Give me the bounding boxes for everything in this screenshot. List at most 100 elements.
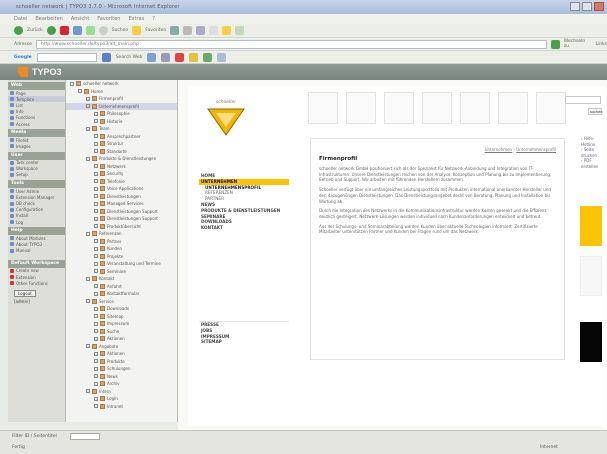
tree-node-label[interactable]: Dienstleistungen Support	[107, 216, 158, 221]
tree-node-label[interactable]: Login	[107, 396, 118, 401]
tree-node[interactable]: - Intranet	[66, 403, 177, 411]
options-icon[interactable]	[217, 52, 227, 62]
expand-icon[interactable]: -	[86, 344, 90, 349]
expand-icon[interactable]: -	[94, 284, 98, 289]
highlight-icon[interactable]	[175, 52, 185, 62]
tree-node[interactable]: - Produktübersicht	[66, 223, 177, 231]
expand-icon[interactable]: -	[94, 404, 98, 409]
black-teaser[interactable]	[580, 322, 602, 362]
tree-node[interactable]: - Downloads	[66, 305, 177, 313]
tree-filter-input[interactable]	[70, 433, 100, 440]
menu-item[interactable]: ?	[152, 16, 155, 22]
page-icon[interactable]	[100, 178, 105, 184]
tree-node-label[interactable]: Produktübersicht	[107, 224, 141, 229]
up-icon[interactable]	[161, 52, 171, 62]
tree-node[interactable]: - Standorte	[66, 148, 177, 156]
tree-node-label[interactable]: Intern	[99, 389, 111, 394]
page-icon[interactable]	[92, 156, 97, 162]
expand-icon[interactable]: -	[94, 224, 98, 229]
address-input[interactable]: http://www.schoeller.de/typo3/alt_main.p…	[35, 39, 547, 49]
stop-icon[interactable]	[59, 26, 69, 35]
expand-icon[interactable]: -	[94, 216, 98, 221]
expand-icon[interactable]: -	[94, 329, 98, 334]
workspace-item[interactable]: Other Functions	[8, 280, 65, 286]
expand-icon[interactable]: -	[94, 209, 98, 214]
tree-node[interactable]: - Voice Applications	[66, 185, 177, 193]
page-icon[interactable]	[100, 283, 105, 289]
maximize-button[interactable]	[582, 2, 592, 11]
tree-node[interactable]: - News	[66, 373, 177, 381]
print-icon[interactable]	[196, 26, 206, 35]
utility-link[interactable]: › Hilfe-Hotline	[581, 136, 606, 147]
expand-icon[interactable]: -	[94, 141, 98, 146]
yellow-teaser[interactable]	[580, 206, 602, 246]
tree-node-label[interactable]: Produkte	[107, 359, 125, 364]
tree-node[interactable]: - Angebote	[66, 343, 177, 351]
tree-node-label[interactable]: Downloads	[107, 306, 129, 311]
tree-node[interactable]: - Aktionen	[66, 335, 177, 343]
tree-node[interactable]: - Veranstaltung und Termine	[66, 260, 177, 268]
utility-link[interactable]: › Seite drucken	[581, 147, 606, 158]
expand-icon[interactable]: -	[94, 314, 98, 319]
footer-nav-item[interactable]: SITEMAP	[199, 339, 289, 345]
tree-node-label[interactable]: Dienstleistungen	[107, 194, 141, 199]
tree-node[interactable]: - Philosophie	[66, 110, 177, 118]
page-icon[interactable]	[100, 148, 105, 154]
page-icon[interactable]	[100, 223, 105, 229]
blocker-icon[interactable]	[203, 52, 213, 62]
tree-node-label[interactable]: Voice Applications	[107, 186, 143, 191]
menu-item[interactable]: Extras	[128, 16, 144, 22]
tree-node-label[interactable]: Team	[99, 126, 110, 131]
page-icon[interactable]	[100, 216, 105, 222]
page-icon[interactable]	[92, 103, 97, 109]
tree-node-label[interactable]: Historie	[107, 119, 122, 124]
tree-node[interactable]: - Managed Services	[66, 200, 177, 208]
tree-node[interactable]: - Produkte & Dienstleistungen	[66, 155, 177, 163]
edit-icon[interactable]	[209, 26, 219, 35]
page-icon[interactable]	[100, 253, 105, 259]
page-icon[interactable]	[100, 261, 105, 267]
tree-node-label[interactable]: Telefonie	[107, 179, 125, 184]
tree-node-label[interactable]: Referenzen	[99, 231, 122, 236]
tree-node[interactable]: - Referenzen	[66, 230, 177, 238]
expand-icon[interactable]: -	[70, 81, 74, 86]
expand-icon[interactable]: -	[94, 269, 98, 274]
expand-icon[interactable]: -	[94, 164, 98, 169]
expand-icon[interactable]: -	[94, 179, 98, 184]
expand-icon[interactable]: -	[94, 149, 98, 154]
page-icon[interactable]	[92, 388, 97, 394]
grey-teaser[interactable]	[580, 256, 602, 296]
page-icon[interactable]	[100, 336, 105, 342]
page-icon[interactable]	[100, 351, 105, 357]
logout-button[interactable]: Logout	[14, 290, 36, 298]
page-icon[interactable]	[92, 126, 97, 132]
page-icon[interactable]	[92, 298, 97, 304]
tree-node[interactable]: - Historie	[66, 118, 177, 126]
utility-link-label[interactable]: PDF erstellen	[581, 158, 598, 169]
minimize-button[interactable]	[570, 2, 580, 11]
tree-node-label[interactable]: Ansprechpartner	[107, 134, 141, 139]
tree-node-label[interactable]: schoeller network	[83, 81, 119, 86]
tree-node-label[interactable]: Service	[99, 299, 114, 304]
refresh-icon[interactable]	[72, 26, 82, 35]
tree-node-label[interactable]: Kontakt	[99, 276, 114, 281]
page-icon[interactable]	[92, 96, 97, 102]
tree-node-label[interactable]: Angebote	[99, 344, 118, 349]
menu-item[interactable]: Favoriten	[97, 16, 120, 22]
tree-node-label[interactable]: Standorte	[107, 149, 127, 154]
tree-node-label[interactable]: Impressum	[107, 321, 129, 326]
utility-link-label[interactable]: Seite drucken	[581, 147, 597, 158]
module-item[interactable]: Images	[8, 143, 65, 149]
page-icon[interactable]	[100, 291, 105, 297]
page-icon[interactable]	[76, 81, 81, 87]
tree-node-label[interactable]: Kunden	[107, 246, 122, 251]
expand-icon[interactable]: -	[94, 246, 98, 251]
expand-icon[interactable]: -	[94, 381, 98, 386]
expand-icon[interactable]: -	[86, 104, 90, 109]
expand-icon[interactable]: -	[94, 171, 98, 176]
go-icon[interactable]	[550, 39, 560, 49]
tree-node-label[interactable]: Veranstaltung und Termine	[107, 261, 161, 266]
tree-node[interactable]: - Kontakt	[66, 275, 177, 283]
page-icon[interactable]	[100, 246, 105, 252]
expand-icon[interactable]: -	[86, 96, 90, 101]
